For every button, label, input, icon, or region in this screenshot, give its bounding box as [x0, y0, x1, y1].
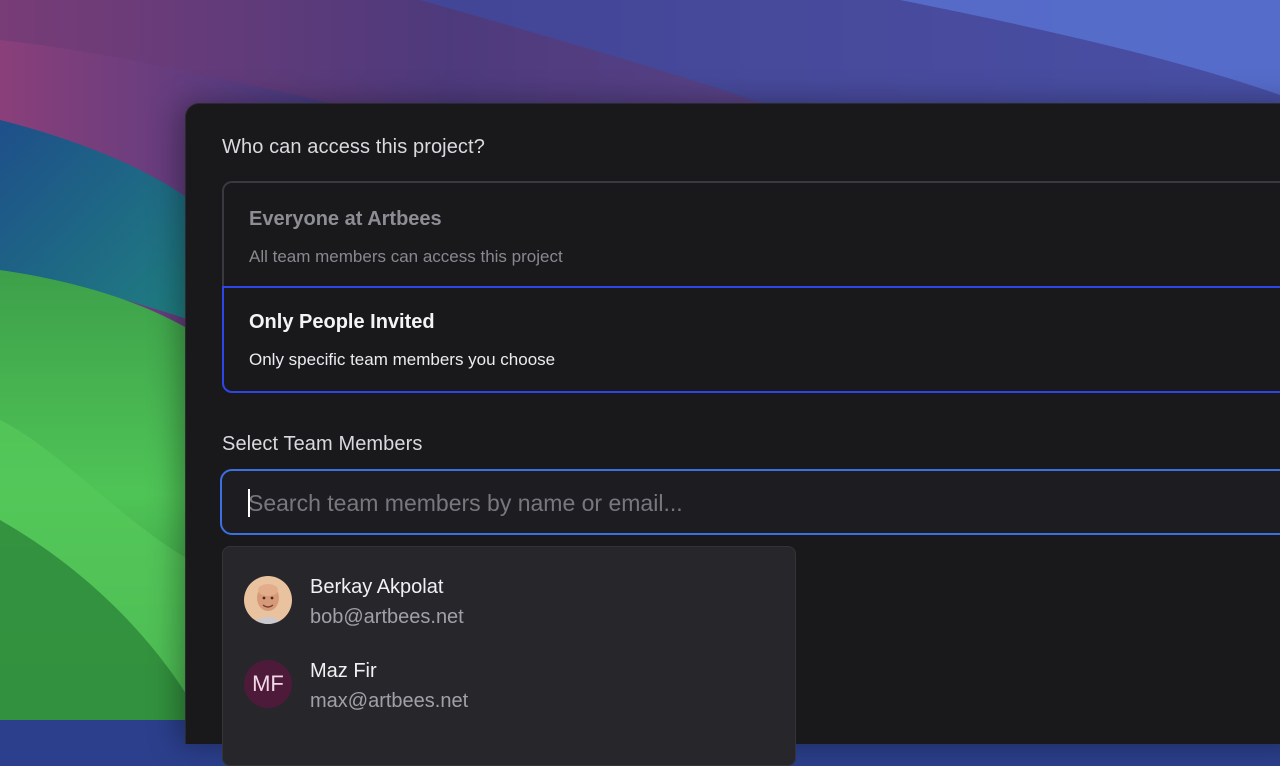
option-only-invited[interactable]: Only People Invited Only specific team m…	[222, 286, 1280, 393]
option-everyone[interactable]: Everyone at Artbees All team members can…	[222, 181, 1280, 289]
access-options: Everyone at Artbees All team members can…	[222, 181, 1280, 393]
select-team-members-label: Select Team Members	[222, 433, 423, 455]
text-caret	[248, 489, 250, 517]
project-access-panel: Who can access this project? Everyone at…	[185, 103, 1280, 766]
option-everyone-title: Everyone at Artbees	[249, 208, 442, 230]
member-email: bob@artbees.net	[310, 606, 464, 628]
member-results-dropdown: Berkay Akpolat bob@artbees.net MF Maz Fi…	[222, 546, 796, 766]
team-search-input[interactable]	[246, 483, 1250, 523]
access-question-label: Who can access this project?	[222, 136, 485, 158]
member-email: max@artbees.net	[310, 690, 469, 712]
member-option[interactable]: Berkay Akpolat bob@artbees.net	[223, 561, 795, 641]
option-everyone-description: All team members can access this project	[249, 247, 563, 266]
member-option[interactable]: MF Maz Fir max@artbees.net	[223, 645, 795, 725]
avatar-photo	[244, 576, 292, 624]
avatar-initials: MF	[244, 660, 292, 708]
team-search-field[interactable]	[220, 469, 1280, 535]
option-invited-title: Only People Invited	[249, 311, 435, 333]
option-invited-description: Only specific team members you choose	[249, 350, 556, 369]
member-name: Berkay Akpolat	[310, 576, 444, 598]
member-name: Maz Fir	[310, 660, 377, 682]
